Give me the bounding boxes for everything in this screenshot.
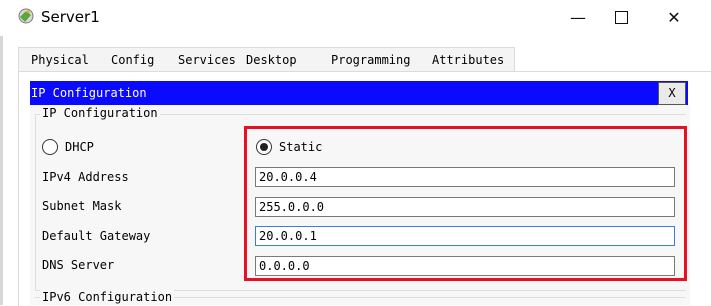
tab-programming[interactable]: Programming [331, 48, 410, 71]
ip-config-close-button[interactable]: X [658, 82, 686, 105]
red-highlight-box [244, 126, 687, 281]
maximize-icon [614, 10, 628, 24]
tab-config[interactable]: Config [111, 48, 154, 71]
dns-server-label: DNS Server [42, 258, 115, 272]
window-title: Server1 [41, 8, 100, 26]
tab-desktop[interactable]: Desktop [235, 48, 308, 73]
window-left-edge [0, 36, 3, 305]
dhcp-radio[interactable] [42, 139, 58, 155]
close-icon: ✕ [667, 8, 681, 27]
close-window-button[interactable]: ✕ [651, 0, 697, 36]
server-app-icon [18, 8, 34, 24]
ip-config-header-title: IP Configuration [31, 86, 147, 100]
maximize-button[interactable] [598, 0, 644, 36]
default-gateway-label: Default Gateway [42, 229, 151, 243]
tab-bar: Physical Config Services Desktop Program… [18, 47, 515, 73]
tab-physical[interactable]: Physical [31, 48, 89, 71]
minimize-icon: — [570, 8, 586, 27]
tab-attributes[interactable]: Attributes [432, 48, 504, 71]
tab-services[interactable]: Services [178, 48, 236, 71]
ip-config-header: IP Configuration [30, 81, 688, 105]
subnet-mask-label: Subnet Mask [42, 199, 122, 213]
minimize-button[interactable]: — [555, 0, 601, 36]
ipv6-config-title: IPv6 Configuration [40, 290, 175, 304]
title-bar: Server1 — ✕ [0, 0, 711, 36]
ipv4-address-label: IPv4 Address [42, 170, 129, 184]
ip-config-group-title: IP Configuration [40, 106, 160, 120]
dhcp-label: DHCP [65, 140, 94, 154]
